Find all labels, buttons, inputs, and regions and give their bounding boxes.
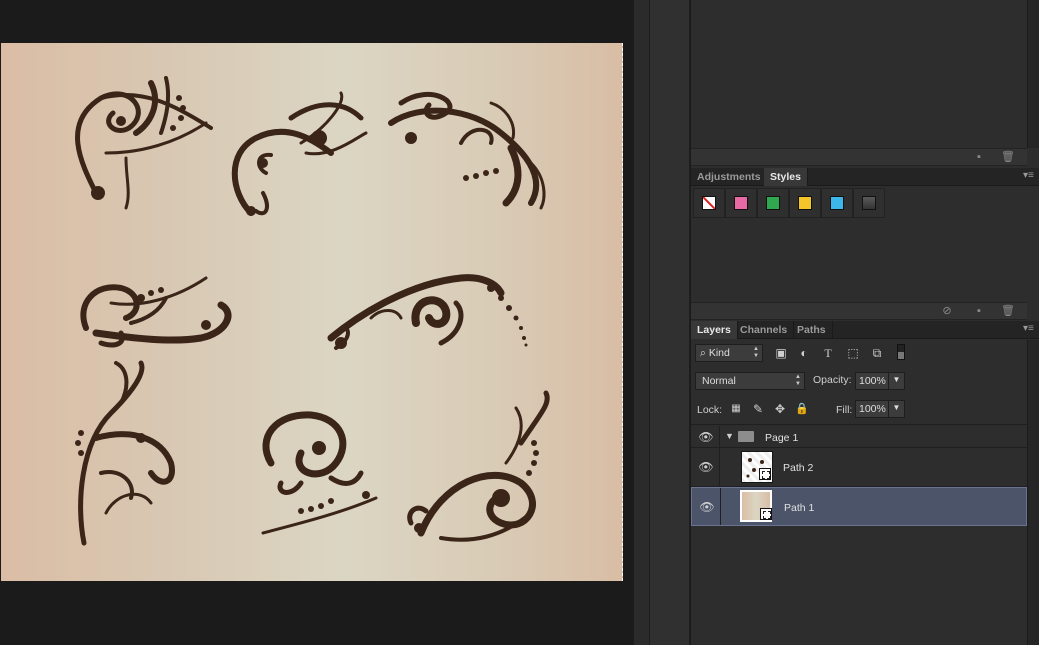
layer-name: Path 1 [784,502,815,514]
smart-object-filter-icon[interactable]: ⧉ [870,346,884,360]
ornament-5 [327,274,505,350]
filter-kind-label: Kind [708,347,730,359]
green-swatch [766,196,780,210]
clear-style-icon[interactable]: ⊘ [941,306,953,317]
divider [691,424,1027,425]
fill-label: Fill: [836,404,853,416]
delete-style-icon[interactable]: 🗑 [1001,306,1015,317]
canvas-vertical-scrollbar[interactable] [634,0,650,645]
empty-panel-area [691,0,1039,148]
yellow-swatch [798,196,812,210]
search-icon: ⌕ [700,347,709,359]
ornament-6 [78,360,175,546]
trash-icon[interactable]: 🗑 [1001,152,1015,163]
layer-name: Page 1 [765,432,799,444]
eye-icon[interactable]: 👁 [699,501,715,513]
folder-icon [738,431,754,442]
filter-toggle[interactable] [897,344,905,360]
tab-channels[interactable]: Channels [734,321,795,339]
lock-position-icon[interactable]: ✥ [773,402,787,416]
layer-row-group[interactable]: 👁 ▼ Page 1 [691,426,1027,448]
chevron-down-icon[interactable]: ▼ [888,372,904,390]
styles-panel [691,186,1039,302]
top-panel-footer: ▪ 🗑 [691,148,1027,166]
ornament-4 [80,276,232,348]
tab-layers[interactable]: Layers [691,321,738,339]
lock-transparent-icon[interactable]: ▦ [729,402,743,416]
swirl-ornaments-artwork [75,76,550,546]
ornament-3 [388,91,546,210]
style-swatch-none[interactable] [693,188,725,218]
layers-panel-tabs: Layers Channels Paths ▾≡ [691,321,1039,339]
style-swatch-dark[interactable] [853,188,885,218]
eye-icon[interactable]: 👁 [698,431,714,443]
styles-panel-footer: ⊘ ▪ 🗑 [691,302,1027,320]
adjustment-filter-icon[interactable]: ◐ [797,346,811,360]
shape-filter-icon[interactable]: ⬚ [846,346,860,360]
spinner-icon: ▲ ▼ [753,346,759,359]
opacity-field[interactable]: 100% ▼ [855,372,905,390]
style-swatch-cyan[interactable] [821,188,853,218]
opacity-value: 100% [859,375,886,387]
style-swatch-pink[interactable] [725,188,757,218]
chevron-down-icon[interactable]: ▼ [888,400,904,418]
panel-menu-icon[interactable]: ▾≡ [1023,171,1037,181]
styles-panel-tabs: Adjustments Styles ▾≡ [691,168,1039,186]
collapsed-panel-dock [650,0,690,645]
layer-row[interactable]: 👁 Path 2 [691,448,1027,487]
layer-name: Path 2 [783,462,814,474]
no-style-icon [702,196,716,210]
style-swatch-yellow[interactable] [789,188,821,218]
expand-triangle-icon[interactable]: ▼ [725,431,734,441]
new-style-icon[interactable]: ▪ [973,306,985,317]
layers-scrollbar[interactable] [1027,340,1039,645]
blend-mode-select[interactable]: Normal ▲ ▼ [695,372,805,390]
panel-scrollbar[interactable] [1027,0,1039,148]
opacity-label: Opacity: [813,374,852,386]
document-canvas[interactable] [1,43,623,581]
dark-swatch [862,196,876,210]
tab-paths[interactable]: Paths [791,321,833,339]
tab-adjustments[interactable]: Adjustments [691,168,768,186]
layers-panel-menu-icon[interactable]: ▾≡ [1023,324,1037,334]
tab-styles[interactable]: Styles [764,168,808,186]
cyan-swatch [830,196,844,210]
pixel-filter-icon[interactable]: ▣ [774,346,788,360]
pink-swatch [734,196,748,210]
fill-field[interactable]: 100% ▼ [855,400,905,418]
ornament-2 [231,91,368,216]
new-layer-icon[interactable]: ▪ [973,152,985,163]
lock-label: Lock: [697,404,723,416]
style-swatch-green[interactable] [757,188,789,218]
lock-all-icon[interactable]: 🔒 [795,402,809,416]
vector-mask-icon [759,468,771,480]
layers-panel: ⌕ Kind ▲ ▼ ▣ ◐ T ⬚ ⧉ Normal ▲ ▼ Opacity: 1… [691,340,1039,645]
fill-value: 100% [859,403,886,415]
layer-row-selected[interactable]: 👁 Path 1 [691,487,1027,526]
lock-image-icon[interactable]: ✎ [751,402,765,416]
spinner-icon: ▲ ▼ [795,374,801,387]
eye-icon[interactable]: 👁 [698,461,714,473]
filter-kind-select[interactable]: ⌕ Kind ▲ ▼ [695,344,763,362]
type-filter-icon[interactable]: T [821,346,835,360]
ornament-7 [261,411,378,535]
ornament-8 [407,390,550,542]
vector-mask-icon [760,508,772,520]
canvas-area[interactable] [0,0,634,645]
blend-mode-label: Normal [702,375,736,387]
right-panels: ▪ 🗑 Adjustments Styles ▾≡ ⊘ ▪ 🗑 Layers C… [691,0,1039,645]
